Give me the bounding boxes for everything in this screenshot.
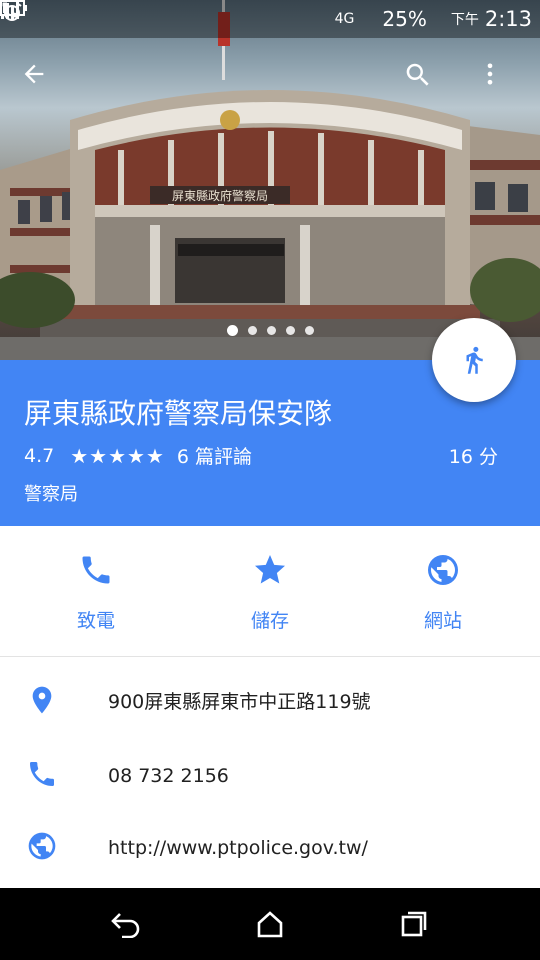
clock-ampm: 下午 — [450, 12, 479, 28]
building-photo-illustration: 屏東縣政府警察局 — [0, 0, 540, 360]
website-url-text: http://www.ptpolice.gov.tw/ — [108, 837, 368, 859]
phone-icon — [30, 762, 54, 786]
system-nav-bar — [0, 888, 540, 960]
pager-dot — [266, 326, 276, 335]
more-options-button[interactable] — [476, 60, 520, 104]
back-icon — [111, 913, 140, 938]
search-button[interactable] — [403, 60, 447, 104]
walking-directions-button[interactable] — [432, 318, 516, 402]
save-button[interactable]: 儲存 — [195, 526, 345, 656]
battery-percent: 25% — [382, 7, 427, 31]
place-title: 屏東縣政府警察局保安隊 — [24, 397, 333, 430]
back-button[interactable] — [20, 60, 64, 104]
place-photo[interactable]: 屏東縣政府警察局 4G 25% 下午 2:13 — [0, 0, 540, 360]
building-sign-text: 屏東縣政府警察局 — [172, 188, 268, 203]
call-button[interactable]: 致電 — [21, 526, 171, 656]
pager-dot — [285, 326, 295, 335]
globe-icon — [28, 832, 56, 860]
search-icon — [406, 63, 429, 86]
place-category: 警察局 — [24, 484, 78, 505]
nav-home-button[interactable] — [248, 902, 292, 946]
save-button-label: 儲存 — [250, 610, 289, 632]
rating-stars: ★★★★★ — [70, 443, 165, 468]
rating-row[interactable]: 4.7 ★★★★★ 6 篇評論 — [24, 442, 252, 469]
address-row[interactable]: 900屏東縣屏東市中正路119號 — [0, 666, 540, 738]
website-row[interactable]: http://www.ptpolice.gov.tw/ — [0, 812, 540, 884]
review-count: 6 篇評論 — [176, 446, 253, 468]
website-button-label: 網站 — [423, 610, 462, 632]
location-pin-icon — [32, 686, 52, 714]
status-bar: 4G 25% 下午 2:13 — [0, 0, 540, 38]
pager-dot — [304, 326, 314, 335]
call-button-label: 致電 — [76, 610, 115, 632]
walking-icon — [466, 346, 483, 374]
pager-dot — [247, 326, 257, 335]
travel-time: 16 分 — [448, 446, 498, 468]
website-button[interactable]: 網站 — [368, 526, 518, 656]
phone-row[interactable]: 08 732 2156 — [0, 740, 540, 812]
nav-recents-button[interactable] — [392, 902, 436, 946]
more-vert-icon — [487, 63, 493, 85]
home-icon — [257, 911, 283, 938]
rating-value: 4.7 — [24, 444, 55, 467]
address-text: 900屏東縣屏東市中正路119號 — [108, 691, 371, 713]
star-icon — [255, 555, 285, 584]
phone-number-text: 08 732 2156 — [108, 765, 229, 787]
arrow-back-icon — [24, 64, 44, 84]
nav-back-button[interactable] — [104, 902, 148, 946]
clock-time: 2:13 — [484, 7, 532, 31]
action-row: 致電 儲存 網站 — [0, 526, 540, 657]
globe-icon — [428, 555, 458, 585]
recents-icon — [401, 911, 427, 937]
pager-dot — [226, 325, 238, 336]
phone-icon — [82, 556, 110, 584]
network-type-indicator: 4G — [334, 11, 355, 27]
